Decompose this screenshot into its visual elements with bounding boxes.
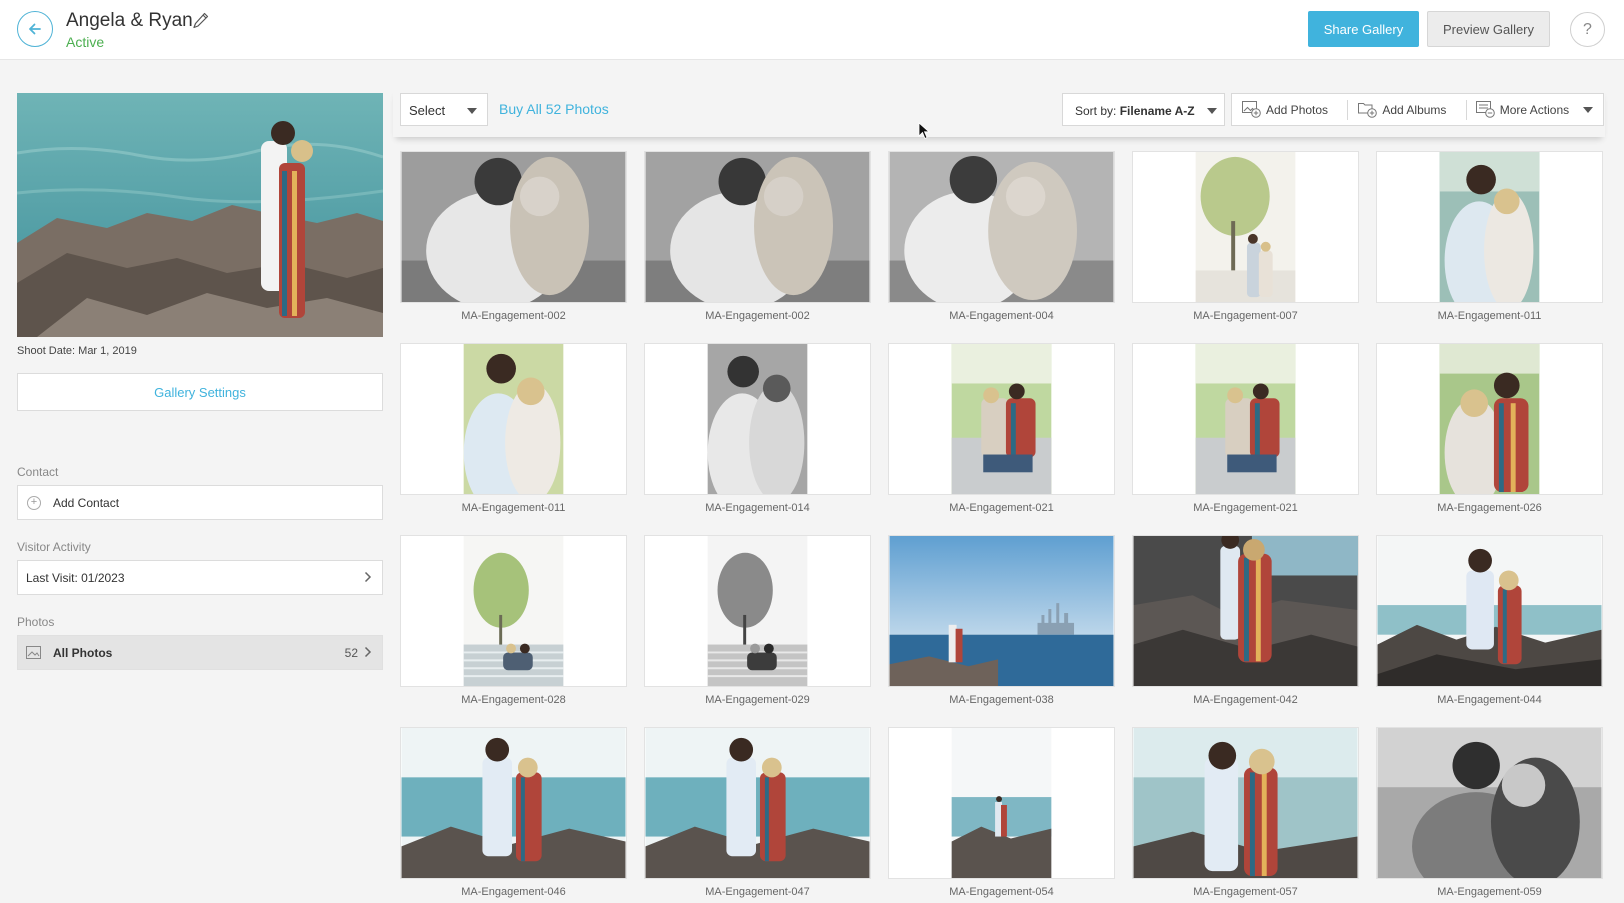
add-album-icon [1358,103,1378,118]
sort-prefix: Sort by: [1075,104,1117,118]
photo-thumbnail[interactable] [888,151,1115,303]
photo-thumbnail[interactable] [1376,727,1603,879]
contact-section-label: Contact [17,465,59,479]
caret-down-icon [467,108,477,114]
buy-all-photos-link[interactable]: Buy All 52 Photos [499,101,609,117]
shoot-date: Shoot Date: Mar 1, 2019 [17,345,137,357]
action-group: Add Photos Add Albums More Actions [1231,93,1604,126]
pencil-icon[interactable] [193,12,209,30]
add-photo-icon [1242,101,1261,118]
photo-filename: MA-Engagement-029 [705,694,810,706]
photo-thumbnail[interactable] [1132,151,1359,303]
help-button[interactable]: ? [1570,12,1605,47]
photo-thumbnail[interactable] [400,151,627,303]
add-albums-button[interactable]: Add Albums [1347,94,1465,125]
arrow-left-icon [29,23,41,35]
select-label: Select [409,103,446,118]
add-albums-label: Add Albums [1382,102,1447,117]
more-actions-dropdown[interactable]: More Actions [1465,94,1603,125]
photo-filename: MA-Engagement-021 [1193,502,1298,514]
photo-thumbnail[interactable] [888,727,1115,879]
plus-circle-icon: + [27,495,41,510]
gallery-status: Active [66,34,105,50]
back-button[interactable] [17,11,53,47]
more-actions-icon [1475,101,1495,118]
photo-filename: MA-Engagement-042 [1193,694,1298,706]
photo-thumbnail[interactable] [644,727,871,879]
photo-thumbnail[interactable] [1376,343,1603,495]
cover-photo [17,93,383,337]
photo-thumbnail[interactable] [644,535,871,687]
photo-filename: MA-Engagement-059 [1437,886,1542,898]
photo-thumbnail[interactable] [644,343,871,495]
add-contact-label: Add Contact [53,495,120,510]
add-photos-label: Add Photos [1266,102,1329,117]
photo-filename: MA-Engagement-046 [461,886,566,898]
sort-dropdown[interactable]: Sort by: Filename A-Z [1062,93,1225,126]
photo-thumbnail[interactable] [1132,343,1359,495]
photo-filename: MA-Engagement-028 [461,694,566,706]
all-photos-row[interactable]: All Photos 52 [17,635,383,670]
all-photos-count: 52 [344,646,358,660]
photo-thumbnail[interactable] [1376,151,1603,303]
photo-filename: MA-Engagement-014 [705,502,810,514]
photo-thumbnail[interactable] [1132,535,1359,687]
photo-thumbnail[interactable] [400,535,627,687]
share-gallery-button[interactable]: Share Gallery [1308,11,1419,47]
caret-down-icon [1207,108,1217,114]
photo-filename: MA-Engagement-057 [1193,886,1298,898]
chevron-right-icon [364,646,372,658]
photo-thumbnail[interactable] [1376,535,1603,687]
preview-gallery-button[interactable]: Preview Gallery [1427,11,1550,47]
photo-thumbnail[interactable] [1132,727,1359,879]
gallery-title: Angela & Ryan [66,10,193,31]
more-actions-label: More Actions [1499,102,1570,117]
all-photos-label: All Photos [53,645,113,660]
photo-filename: MA-Engagement-026 [1437,502,1542,514]
photo-filename: MA-Engagement-047 [705,886,810,898]
photo-filename: MA-Engagement-002 [461,310,566,322]
visitor-activity-row[interactable]: Last Visit: 01/2023 [17,560,383,595]
image-icon [26,646,41,659]
photo-thumbnail[interactable] [644,151,871,303]
photo-filename: MA-Engagement-021 [949,502,1054,514]
visitor-activity-label: Visitor Activity [17,540,91,554]
photo-filename: MA-Engagement-044 [1437,694,1542,706]
gallery-settings-button[interactable]: Gallery Settings [17,373,383,411]
photo-thumbnail[interactable] [400,727,627,879]
photo-thumbnail[interactable] [888,343,1115,495]
photo-thumbnail[interactable] [400,343,627,495]
gallery-header: Angela & Ryan Active Share Gallery Previ… [0,0,1624,60]
photo-filename: MA-Engagement-011 [1437,310,1542,322]
caret-down-icon [1583,107,1593,113]
photo-filename: MA-Engagement-002 [705,310,810,322]
photo-filename: MA-Engagement-054 [949,886,1054,898]
select-dropdown[interactable]: Select [400,93,488,126]
add-photos-button[interactable]: Add Photos [1232,94,1347,125]
add-contact-button[interactable]: + Add Contact [17,485,383,520]
photo-filename: MA-Engagement-004 [949,310,1054,322]
photo-thumbnail[interactable] [888,535,1115,687]
photo-filename: MA-Engagement-007 [1193,310,1298,322]
mouse-cursor-icon [918,122,930,140]
photos-section-label: Photos [17,615,55,629]
photo-filename: MA-Engagement-038 [949,694,1054,706]
sort-value: Filename A-Z [1119,104,1195,118]
last-visit-text: Last Visit: 01/2023 [26,570,125,585]
chevron-right-icon [364,571,372,583]
photo-filename: MA-Engagement-011 [461,502,566,514]
gallery-toolbar: Select Buy All 52 Photos Sort by: Filena… [393,88,1605,137]
